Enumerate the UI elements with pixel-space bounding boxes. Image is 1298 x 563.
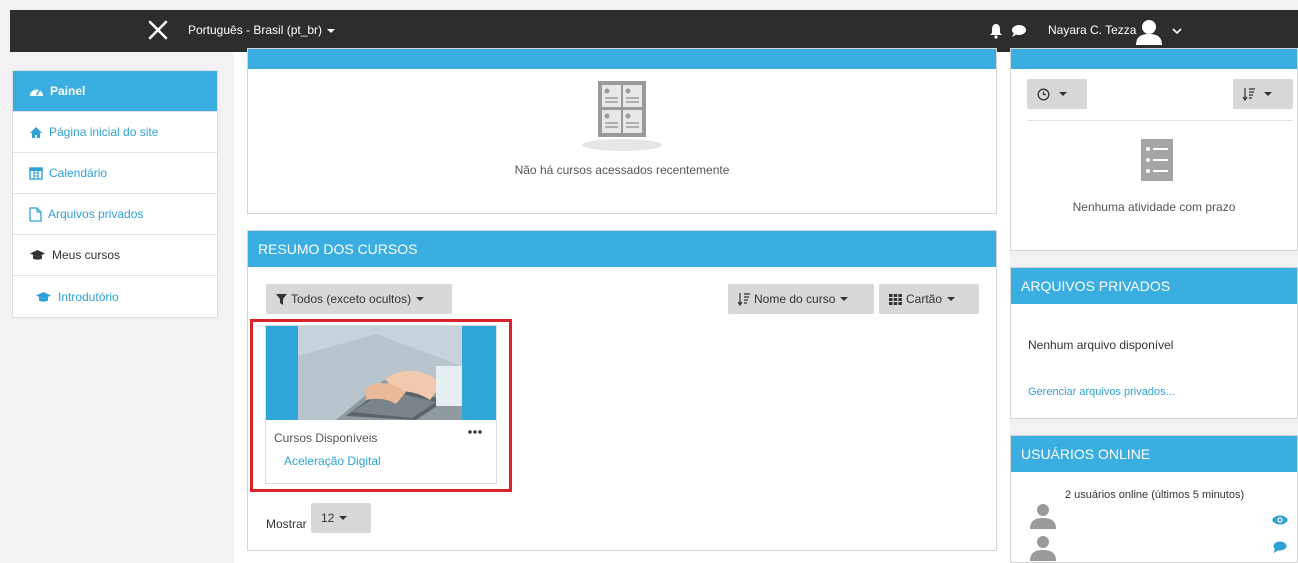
sidebar-item-label: Arquivos privados: [48, 207, 144, 221]
show-count-dropdown[interactable]: 12: [311, 503, 371, 533]
top-navbar: Português - Brasil (pt_br) Nayara C. Tez…: [10, 10, 1298, 52]
home-icon: [30, 126, 42, 138]
timeline-filter-dropdown[interactable]: [1027, 79, 1087, 109]
show-count-value: 12: [321, 511, 335, 525]
caret-down-icon: [339, 516, 348, 520]
message-icon[interactable]: [1273, 541, 1287, 553]
grid-view-icon: [889, 293, 902, 305]
sidebar-item-calendar[interactable]: Calendário: [13, 153, 217, 194]
online-users-summary: 2 usuários online (últimos 5 minutos): [1065, 489, 1245, 501]
sort-icon: [738, 293, 750, 306]
close-icon[interactable]: [146, 18, 170, 42]
more-options-icon[interactable]: [468, 429, 482, 435]
course-image[interactable]: [266, 326, 496, 420]
filter-label: Todos (exceto ocultos): [291, 292, 412, 306]
caret-down-icon: [1059, 92, 1067, 96]
timeline-sort-dropdown[interactable]: [1233, 79, 1293, 109]
bell-icon[interactable]: [989, 23, 1003, 39]
language-selector[interactable]: Português - Brasil (pt_br): [188, 23, 336, 37]
sidebar: Painel Página inicial do site Calendário…: [12, 70, 218, 318]
sidebar-item-home[interactable]: Página inicial do site: [13, 112, 217, 153]
sidebar-item-private-files[interactable]: Arquivos privados: [13, 194, 217, 235]
timeline-block: Nenhuma atividade com prazo: [1010, 48, 1298, 251]
calendar-icon: [29, 167, 43, 180]
caret-down-icon: [840, 297, 849, 301]
language-label: Português - Brasil (pt_br): [188, 23, 323, 37]
sidebar-item-label: Introdutório: [58, 289, 119, 304]
filter-dropdown[interactable]: Todos (exceto ocultos): [266, 284, 452, 314]
course-category: Cursos Disponíveis: [274, 431, 378, 445]
eye-icon[interactable]: [1272, 514, 1288, 526]
timeline-header: [1011, 49, 1297, 69]
right-column: Nenhuma atividade com prazo ARQUIVOS PRI…: [1010, 48, 1298, 563]
caret-down-icon: [947, 297, 956, 301]
sidebar-item-label: Calendário: [49, 166, 108, 180]
chat-icon[interactable]: [1011, 24, 1027, 38]
sort-label: Nome do curso: [754, 292, 836, 306]
course-name-link[interactable]: Aceleração Digital: [284, 454, 381, 468]
user-avatar-icon[interactable]: [1029, 502, 1057, 530]
manage-private-files-link[interactable]: Gerenciar arquivos privados...: [1028, 386, 1175, 398]
clock-icon: [1037, 88, 1050, 100]
sort-dropdown[interactable]: Nome do curso: [728, 284, 874, 314]
course-overview-title: RESUMO DOS CURSOS: [248, 231, 996, 267]
timeline-empty-text: Nenhuma atividade com prazo: [1072, 200, 1236, 214]
recent-courses-block: Não há cursos acessados recentemente: [247, 48, 997, 214]
dashboard-icon: [30, 89, 43, 96]
view-dropdown[interactable]: Cartão: [879, 284, 979, 314]
course-overview-block: RESUMO DOS CURSOS Todos (exceto ocultos)…: [247, 230, 997, 551]
graduation-cap-icon: [30, 250, 45, 260]
user-name[interactable]: Nayara C. Tezza: [1048, 23, 1136, 37]
divider: [1027, 120, 1293, 121]
sidebar-item-label: Meus cursos: [52, 248, 121, 262]
user-avatar-icon[interactable]: [1029, 534, 1057, 562]
private-files-title: ARQUIVOS PRIVADOS: [1011, 268, 1297, 304]
sidebar-item-my-courses[interactable]: Meus cursos: [13, 235, 217, 276]
private-files-block: ARQUIVOS PRIVADOS Nenhum arquivo disponí…: [1010, 267, 1298, 419]
recent-courses-empty-text: Não há cursos acessados recentemente: [514, 163, 730, 177]
user-avatar-icon[interactable]: [1134, 17, 1164, 47]
file-icon: [29, 206, 42, 222]
sidebar-item-painel[interactable]: Painel: [13, 71, 217, 112]
course-grid-icon: [582, 81, 662, 151]
main-region: Não há cursos acessados recentemente RES…: [234, 48, 1010, 563]
view-label: Cartão: [906, 292, 943, 306]
filter-icon: [276, 293, 287, 305]
caret-down-icon: [1264, 92, 1272, 96]
task-list-icon: [1141, 139, 1173, 181]
course-card[interactable]: Cursos Disponíveis Aceleração Digital: [265, 325, 497, 484]
chevron-down-icon[interactable]: [1172, 27, 1182, 35]
caret-down-icon: [327, 28, 336, 33]
online-users-block: USUÁRIOS ONLINE 2 usuários online (últim…: [1010, 435, 1298, 563]
private-files-empty-text: Nenhum arquivo disponível: [1028, 338, 1174, 352]
caret-down-icon: [416, 297, 425, 301]
online-users-title: USUÁRIOS ONLINE: [1011, 436, 1297, 472]
sidebar-item-label: Página inicial do site: [49, 125, 159, 139]
show-count-label: Mostrar: [266, 517, 307, 531]
sidebar-item-label: Painel: [50, 84, 86, 98]
recent-courses-header: [248, 49, 996, 69]
sidebar-item-introdutorio[interactable]: Introdutório: [13, 276, 217, 317]
sort-icon: [1243, 88, 1255, 101]
graduation-cap-icon: [36, 291, 51, 302]
